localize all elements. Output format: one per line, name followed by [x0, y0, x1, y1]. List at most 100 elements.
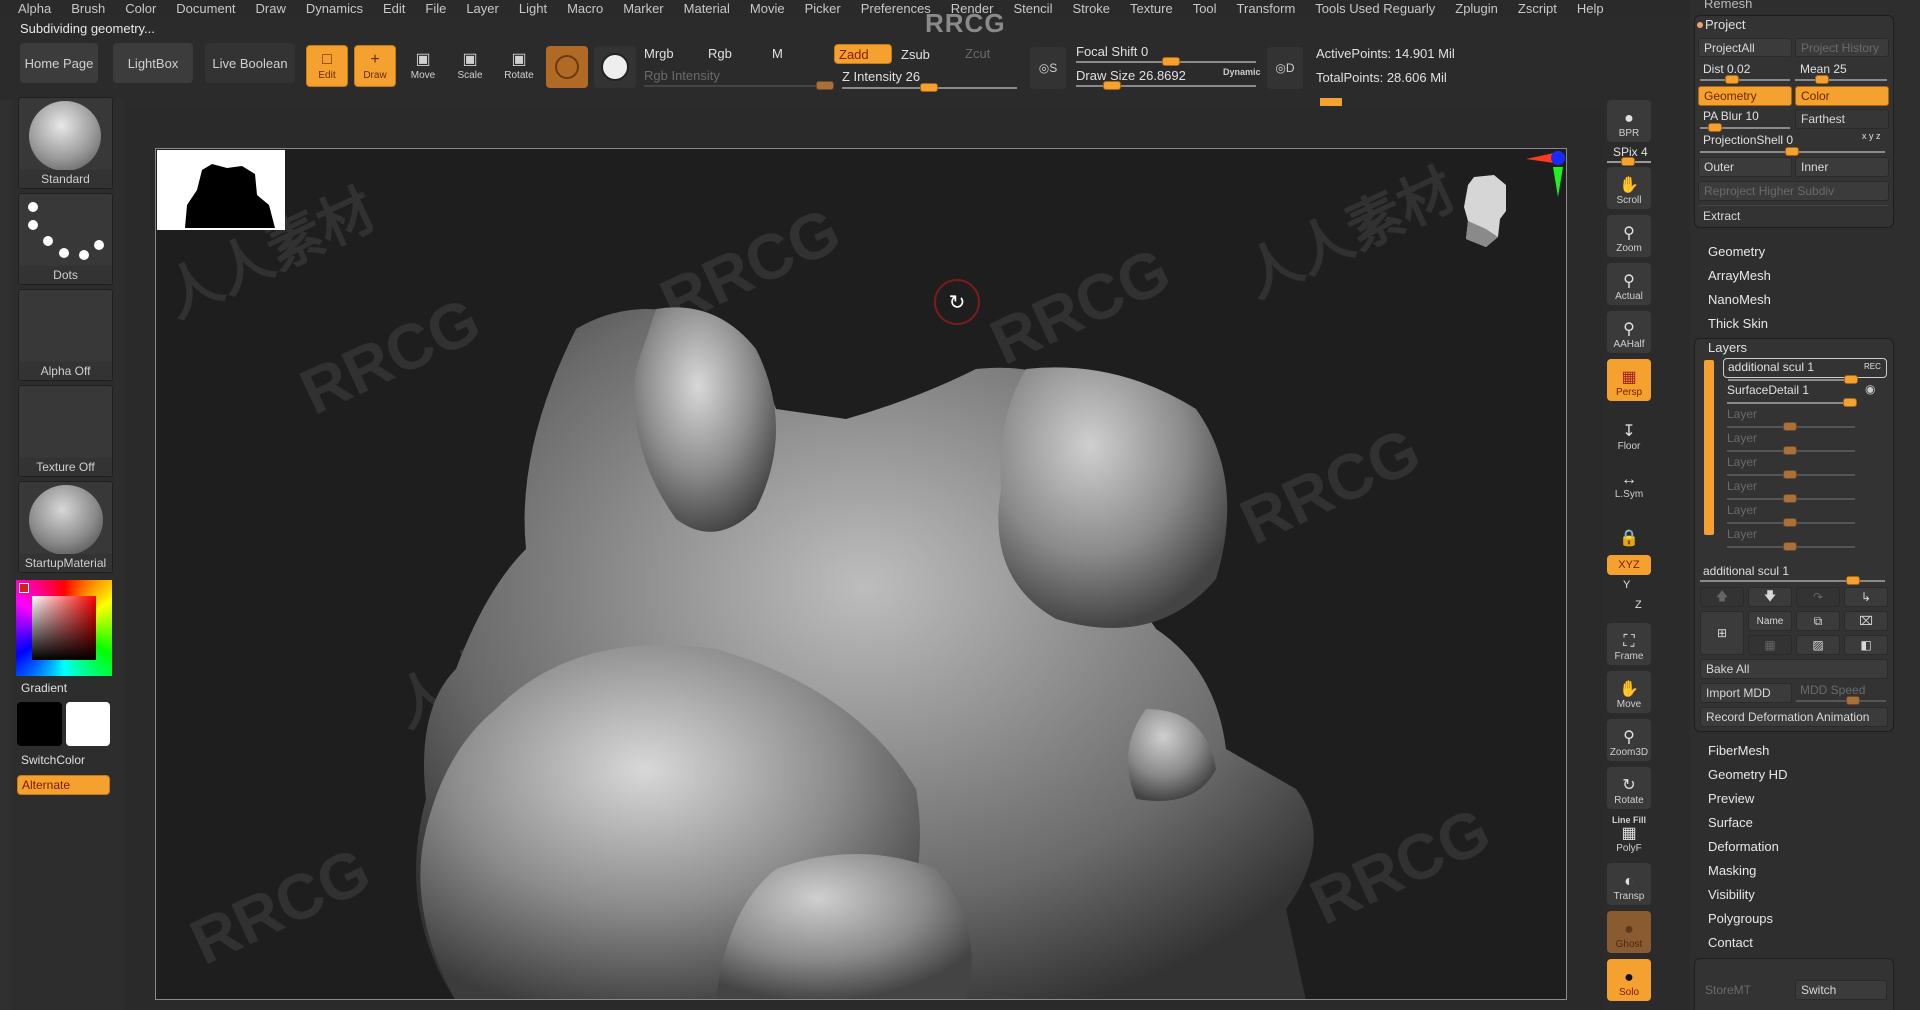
xyz-axis-toggle[interactable]: x y z — [1862, 131, 1881, 141]
section-preview[interactable]: Preview — [1708, 791, 1754, 806]
layer-row[interactable]: Layer — [1723, 406, 1887, 431]
geometry-toggle[interactable]: Geometry — [1698, 86, 1792, 106]
projection-shell-knob[interactable] — [1785, 147, 1799, 156]
z-intensity-knob[interactable] — [920, 83, 938, 92]
menu-item-edit[interactable]: Edit — [383, 1, 405, 16]
pa-blur-knob[interactable] — [1708, 123, 1722, 132]
project-all-button[interactable]: ProjectAll — [1698, 38, 1792, 57]
layer-row[interactable]: additional scul 1 REC — [1723, 358, 1887, 384]
menu-item-material[interactable]: Material — [684, 1, 730, 16]
section-deformation[interactable]: Deformation — [1708, 839, 1779, 854]
section-arraymesh[interactable]: ArrayMesh — [1708, 268, 1771, 283]
texture-selector[interactable]: Texture Off — [18, 385, 113, 477]
section-contact[interactable]: Contact — [1708, 935, 1753, 950]
polyf-button[interactable]: Line Fill ▦ PolyF — [1607, 815, 1651, 857]
lsym-button[interactable]: ↔ L.Sym — [1607, 461, 1651, 503]
selected-layer-knob[interactable] — [1846, 576, 1860, 585]
menu-item-movie[interactable]: Movie — [750, 1, 785, 16]
home-page-button[interactable]: Home Page — [20, 43, 98, 83]
mdd-speed-slider[interactable] — [1796, 696, 1886, 705]
menu-item-tool[interactable]: Tool — [1193, 1, 1217, 16]
zadd-button[interactable]: Zadd — [834, 44, 892, 64]
layers-scrollbar[interactable] — [1704, 360, 1714, 535]
switch-color-button[interactable]: SwitchColor — [21, 753, 85, 767]
color-picker-square[interactable] — [32, 596, 96, 660]
layer-row[interactable]: Layer — [1723, 502, 1887, 527]
section-geometry-hd[interactable]: Geometry HD — [1708, 767, 1787, 782]
invert-layer-button[interactable]: ▨ — [1796, 635, 1840, 655]
menu-item-marker[interactable]: Marker — [623, 1, 663, 16]
color-toggle[interactable]: Color — [1795, 86, 1889, 106]
menu-item-dynamics[interactable]: Dynamics — [306, 1, 363, 16]
draw-size-knob[interactable] — [1103, 81, 1121, 90]
projection-shell-slider[interactable] — [1700, 147, 1885, 156]
material-sphere-button[interactable] — [546, 46, 588, 88]
move-layer-up-button[interactable]: 🡅 — [1700, 587, 1744, 607]
move-3d-button[interactable]: ✋ Move — [1607, 671, 1651, 713]
menu-item-picker[interactable]: Picker — [805, 1, 841, 16]
m-toggle[interactable]: M — [772, 46, 783, 61]
rename-layer-button[interactable]: Name — [1748, 611, 1792, 631]
focal-shift-knob[interactable] — [1162, 57, 1180, 66]
move-layer-down-button[interactable]: 🡇 — [1748, 587, 1792, 607]
scroll-button[interactable]: ✋ Scroll — [1607, 167, 1651, 209]
draw-size-slider[interactable] — [1076, 81, 1256, 90]
layers-title[interactable]: Layers — [1708, 340, 1747, 355]
secondary-color-swatch[interactable] — [66, 702, 110, 746]
layer-row[interactable]: Layer — [1723, 454, 1887, 479]
focal-shift-slider[interactable] — [1076, 57, 1256, 66]
rgb-intensity-knob[interactable] — [816, 81, 834, 90]
section-surface[interactable]: Surface — [1708, 815, 1753, 830]
color-picker[interactable] — [16, 580, 112, 676]
create-difference-button[interactable]: ◧ — [1844, 635, 1888, 655]
menu-item-light[interactable]: Light — [519, 1, 547, 16]
import-mdd-button[interactable]: Import MDD — [1700, 683, 1792, 703]
menu-item-transform[interactable]: Transform — [1237, 1, 1296, 16]
record-layer-toggle[interactable]: REC — [1864, 362, 1881, 371]
split-layer-button[interactable]: ▦ — [1748, 635, 1792, 655]
aahalf-button[interactable]: ⚲ AAHalf — [1607, 311, 1651, 353]
layer-intensity-slider[interactable] — [1727, 446, 1855, 455]
remesh-section[interactable]: Remesh — [1704, 0, 1752, 11]
menu-item-tools-used-reguarly[interactable]: Tools Used Reguarly — [1315, 1, 1435, 16]
outer-button[interactable]: Outer — [1698, 157, 1792, 177]
alpha-selector[interactable]: Alpha Off — [18, 289, 113, 381]
zsub-button[interactable]: Zsub — [901, 47, 930, 62]
z-intensity-slider[interactable] — [842, 83, 1017, 92]
mdd-speed-knob[interactable] — [1846, 696, 1860, 705]
actual-button[interactable]: ⚲ Actual — [1607, 263, 1651, 305]
delete-layer-button[interactable]: ⌧ — [1844, 611, 1888, 631]
menu-item-draw[interactable]: Draw — [256, 1, 286, 16]
layer-row[interactable]: SurfaceDetail 1 ◉ — [1723, 382, 1887, 407]
rotate-button[interactable]: ▣ Rotate — [498, 45, 540, 87]
live-boolean-button[interactable]: Live Boolean — [205, 43, 295, 83]
merge-down-button[interactable]: ↳ — [1844, 587, 1888, 607]
menu-item-layer[interactable]: Layer — [466, 1, 499, 16]
redo-layer-button[interactable]: ↷ — [1796, 587, 1840, 607]
brush-selector[interactable]: Standard — [18, 97, 113, 189]
project-history-button[interactable]: Project History — [1795, 38, 1889, 57]
menu-item-zplugin[interactable]: Zplugin — [1455, 1, 1498, 16]
frame-button[interactable]: ⛶ Frame — [1607, 623, 1651, 665]
mrgb-toggle[interactable]: Mrgb — [644, 46, 674, 61]
dist-knob[interactable] — [1725, 75, 1739, 84]
sculpt-mesh[interactable] — [156, 149, 1567, 1000]
sculptris-s-button[interactable]: ◎ S — [1030, 47, 1066, 89]
rotate-3d-button[interactable]: ↻ Rotate — [1607, 767, 1651, 809]
menu-item-alpha[interactable]: Alpha — [18, 1, 51, 16]
extract-button[interactable]: Extract — [1698, 205, 1889, 225]
section-fibermesh[interactable]: FiberMesh — [1708, 743, 1769, 758]
lightbox-button[interactable]: LightBox — [113, 43, 193, 83]
gradient-label[interactable]: Gradient — [21, 681, 67, 695]
y-rotate-button[interactable]: Y — [1623, 579, 1630, 591]
section-geometry[interactable]: Geometry — [1708, 244, 1765, 259]
ghost-button[interactable]: ● Ghost — [1607, 911, 1651, 953]
menu-item-stroke[interactable]: Stroke — [1072, 1, 1110, 16]
layer-intensity-slider[interactable] — [1728, 375, 1858, 384]
record-deformation-button[interactable]: Record Deformation Animation — [1700, 707, 1888, 727]
color-mode-button[interactable] — [594, 46, 636, 88]
layer-intensity-slider[interactable] — [1727, 494, 1855, 503]
layer-row[interactable]: Layer — [1723, 526, 1887, 551]
selected-layer-slider[interactable] — [1700, 576, 1885, 585]
menu-item-texture[interactable]: Texture — [1130, 1, 1173, 16]
